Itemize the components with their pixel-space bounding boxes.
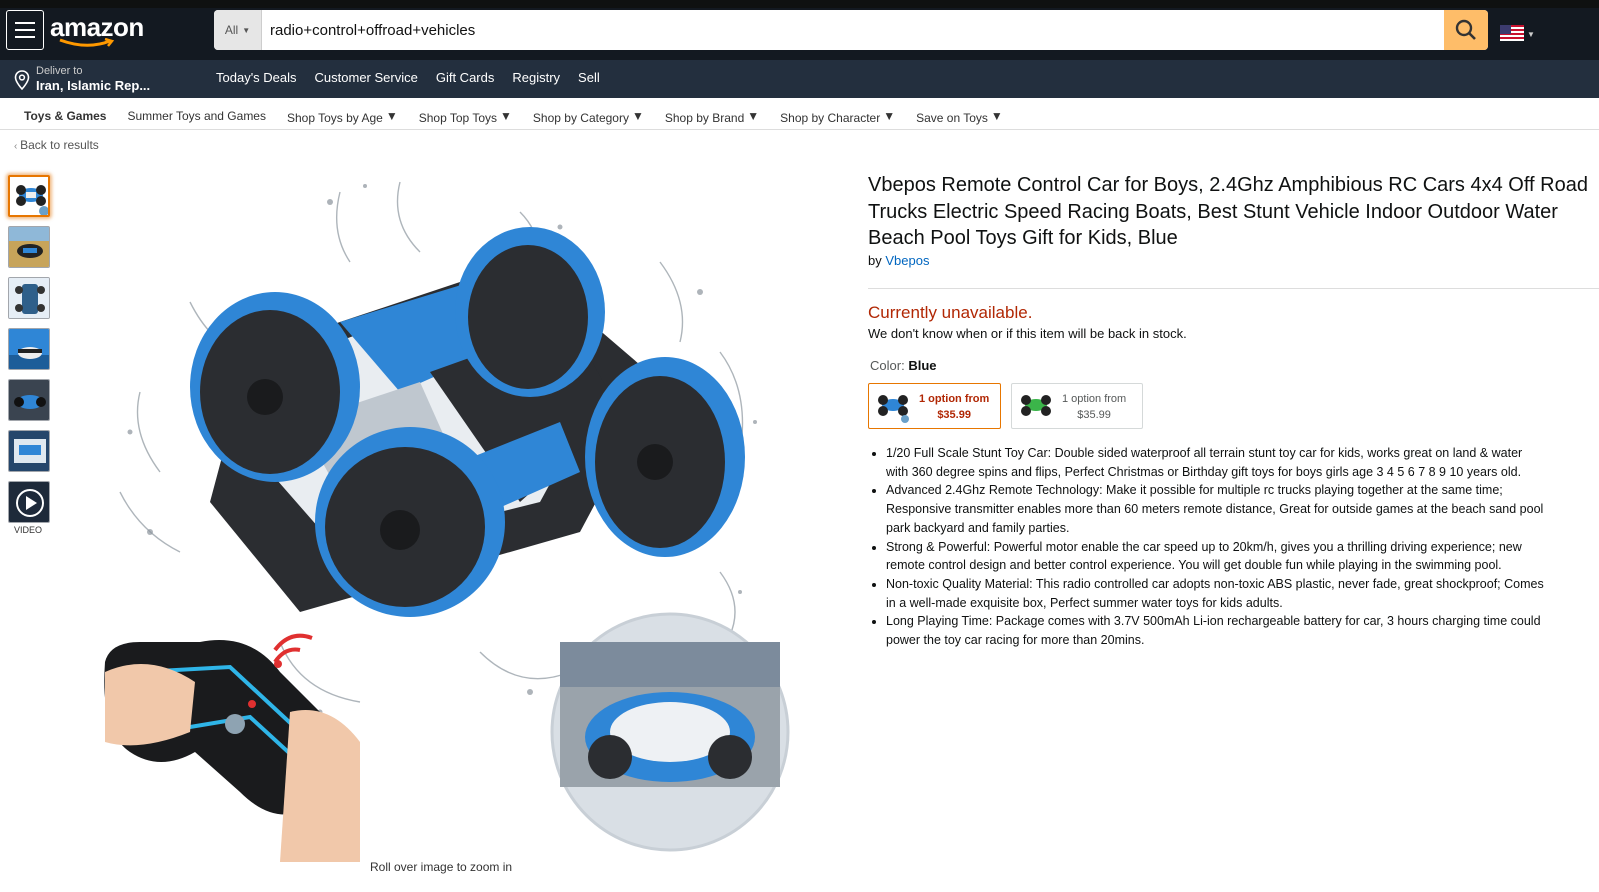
availability-note: We don't know when or if this item will … [868,326,1187,341]
brand-byline: by Vbepos [868,253,929,268]
color-selector-label: Color: Blue [870,358,936,373]
availability-status: Currently unavailable. [868,303,1033,322]
category-summer-toys[interactable]: Summer Toys and Games [127,109,266,125]
remote-controller-graphic [104,640,360,862]
category-label: Shop by Category [532,111,629,125]
rc-car-blue-icon [878,395,909,423]
rc-car-thumbnail-icon [10,177,48,215]
swatch-text: 1 option from $35.99 [919,391,989,423]
category-label: Toys & Games [24,109,107,123]
swatch-option-count: 1 option from [1062,393,1127,405]
back-to-results-label: Back to results [20,138,99,152]
color-swatch-green[interactable]: 1 option from $35.99 [1011,383,1143,429]
search-bar: All ▼ [214,10,1488,50]
category-by-category[interactable]: Shop by Category ▼ [533,109,644,125]
rc-car-package-thumbnail-icon [9,431,49,471]
chevron-down-icon: ▼ [242,25,251,35]
menu-button[interactable] [6,10,44,50]
video-label: VIDEO [14,525,43,535]
thumbnail-3[interactable] [8,277,50,319]
feature-bullet: Non-toxic Quality Material: This radio c… [886,575,1599,612]
chevron-down-icon: ▼ [883,109,896,123]
main-nav: Today's Deals Customer Service Gift Card… [216,70,600,85]
race-track-inset-graphic [550,612,790,852]
wifi-signal-icon [273,633,313,668]
wheel-graphic [585,357,745,557]
category-label: Shop by Character [780,111,881,125]
feature-bullet: 1/20 Full Scale Stunt Toy Car: Double si… [886,444,1599,481]
brand-link[interactable]: Vbepos [885,253,929,268]
category-label: Shop by Brand [664,111,745,125]
top-strip [0,0,1599,8]
category-by-brand[interactable]: Shop by Brand ▼ [665,109,759,125]
zoom-hint: Roll over image to zoom in [370,860,513,874]
nav-gift-cards[interactable]: Gift Cards [436,70,495,85]
category-by-character[interactable]: Shop by Character ▼ [780,109,895,125]
category-save-on-toys[interactable]: Save on Toys ▼ [916,109,1003,125]
wheel-graphic [315,427,505,617]
rc-car-dark-thumbnail-icon [9,380,49,420]
hamburger-icon [15,22,35,24]
swatch-price: $35.99 [937,409,971,421]
nav-registry[interactable]: Registry [512,70,560,85]
thumbnail-6[interactable] [8,430,50,472]
category-nav: Toys & Games Summer Toys and Games Shop … [24,109,1003,125]
logo-smile-icon [59,38,115,47]
category-top-toys[interactable]: Shop Top Toys ▼ [419,109,512,125]
rc-car-water-thumbnail-icon [9,329,49,369]
category-label: Save on Toys [916,111,988,125]
thumbnail-4[interactable] [8,328,50,370]
swatch-price: $35.99 [1077,409,1111,421]
color-swatch-blue[interactable]: 1 option from $35.99 [868,383,1001,429]
nav-customer-service[interactable]: Customer Service [315,70,418,85]
wheel-graphic [455,227,605,397]
location-pin-icon [14,70,30,90]
search-category-select[interactable]: All ▼ [214,10,262,50]
feature-bullet: Long Playing Time: Package comes with 3.… [886,612,1599,649]
chevron-down-icon: ▼ [631,109,644,123]
category-label: Shop Top Toys [418,111,498,125]
rc-car-green-icon [1021,395,1051,416]
swatch-option-count: 1 option from [919,393,990,405]
search-button[interactable] [1444,10,1488,50]
rc-car-beach-thumbnail-icon [9,227,49,267]
feature-bullet: Advanced 2.4Ghz Remote Technology: Make … [886,481,1599,537]
color-value: Blue [908,358,937,373]
hamburger-icon-line [15,29,35,31]
by-prefix: by [868,253,882,268]
chevron-down-icon: ▼ [747,109,760,123]
search-input[interactable] [262,10,1444,50]
rc-car-diagram-thumbnail-icon [9,278,49,318]
play-video-icon [9,482,49,522]
chevron-down-icon: ▼ [1527,30,1535,39]
deliver-label: Deliver to [36,65,83,77]
nav-sell[interactable]: Sell [578,70,600,85]
thumbnail-2[interactable] [8,226,50,268]
hamburger-icon-line [15,36,35,38]
chevron-down-icon: ▼ [500,109,512,123]
category-label: Summer Toys and Games [127,109,266,123]
category-toys-games[interactable]: Toys & Games [24,109,106,125]
category-label: Shop Toys by Age [286,111,383,125]
search-icon [1455,19,1476,40]
us-flag-icon[interactable] [1500,25,1524,41]
main-product-image[interactable] [100,172,800,862]
back-to-results-link[interactable]: ‹ Back to results [14,138,99,152]
search-category-label: All [224,23,239,37]
color-label: Color: [870,358,905,373]
thumbnail-1[interactable] [8,175,50,217]
chevron-down-icon: ▼ [385,109,398,123]
thumbnail-5[interactable] [8,379,50,421]
chevron-down-icon: ▼ [990,109,1003,123]
feature-bullets: 1/20 Full Scale Stunt Toy Car: Double si… [872,444,1599,650]
divider [868,288,1599,289]
video-thumbnail[interactable] [8,481,50,523]
category-toys-by-age[interactable]: Shop Toys by Age ▼ [287,109,398,125]
deliver-location: Iran, Islamic Rep... [36,78,151,93]
product-title: Vbepos Remote Control Car for Boys, 2.4G… [868,174,1588,249]
nav-todays-deals[interactable]: Today's Deals [216,70,297,85]
swatch-text: 1 option from $35.99 [1062,391,1126,423]
feature-bullet: Strong & Powerful: Powerful motor enable… [886,538,1599,575]
wheel-graphic [190,292,360,482]
